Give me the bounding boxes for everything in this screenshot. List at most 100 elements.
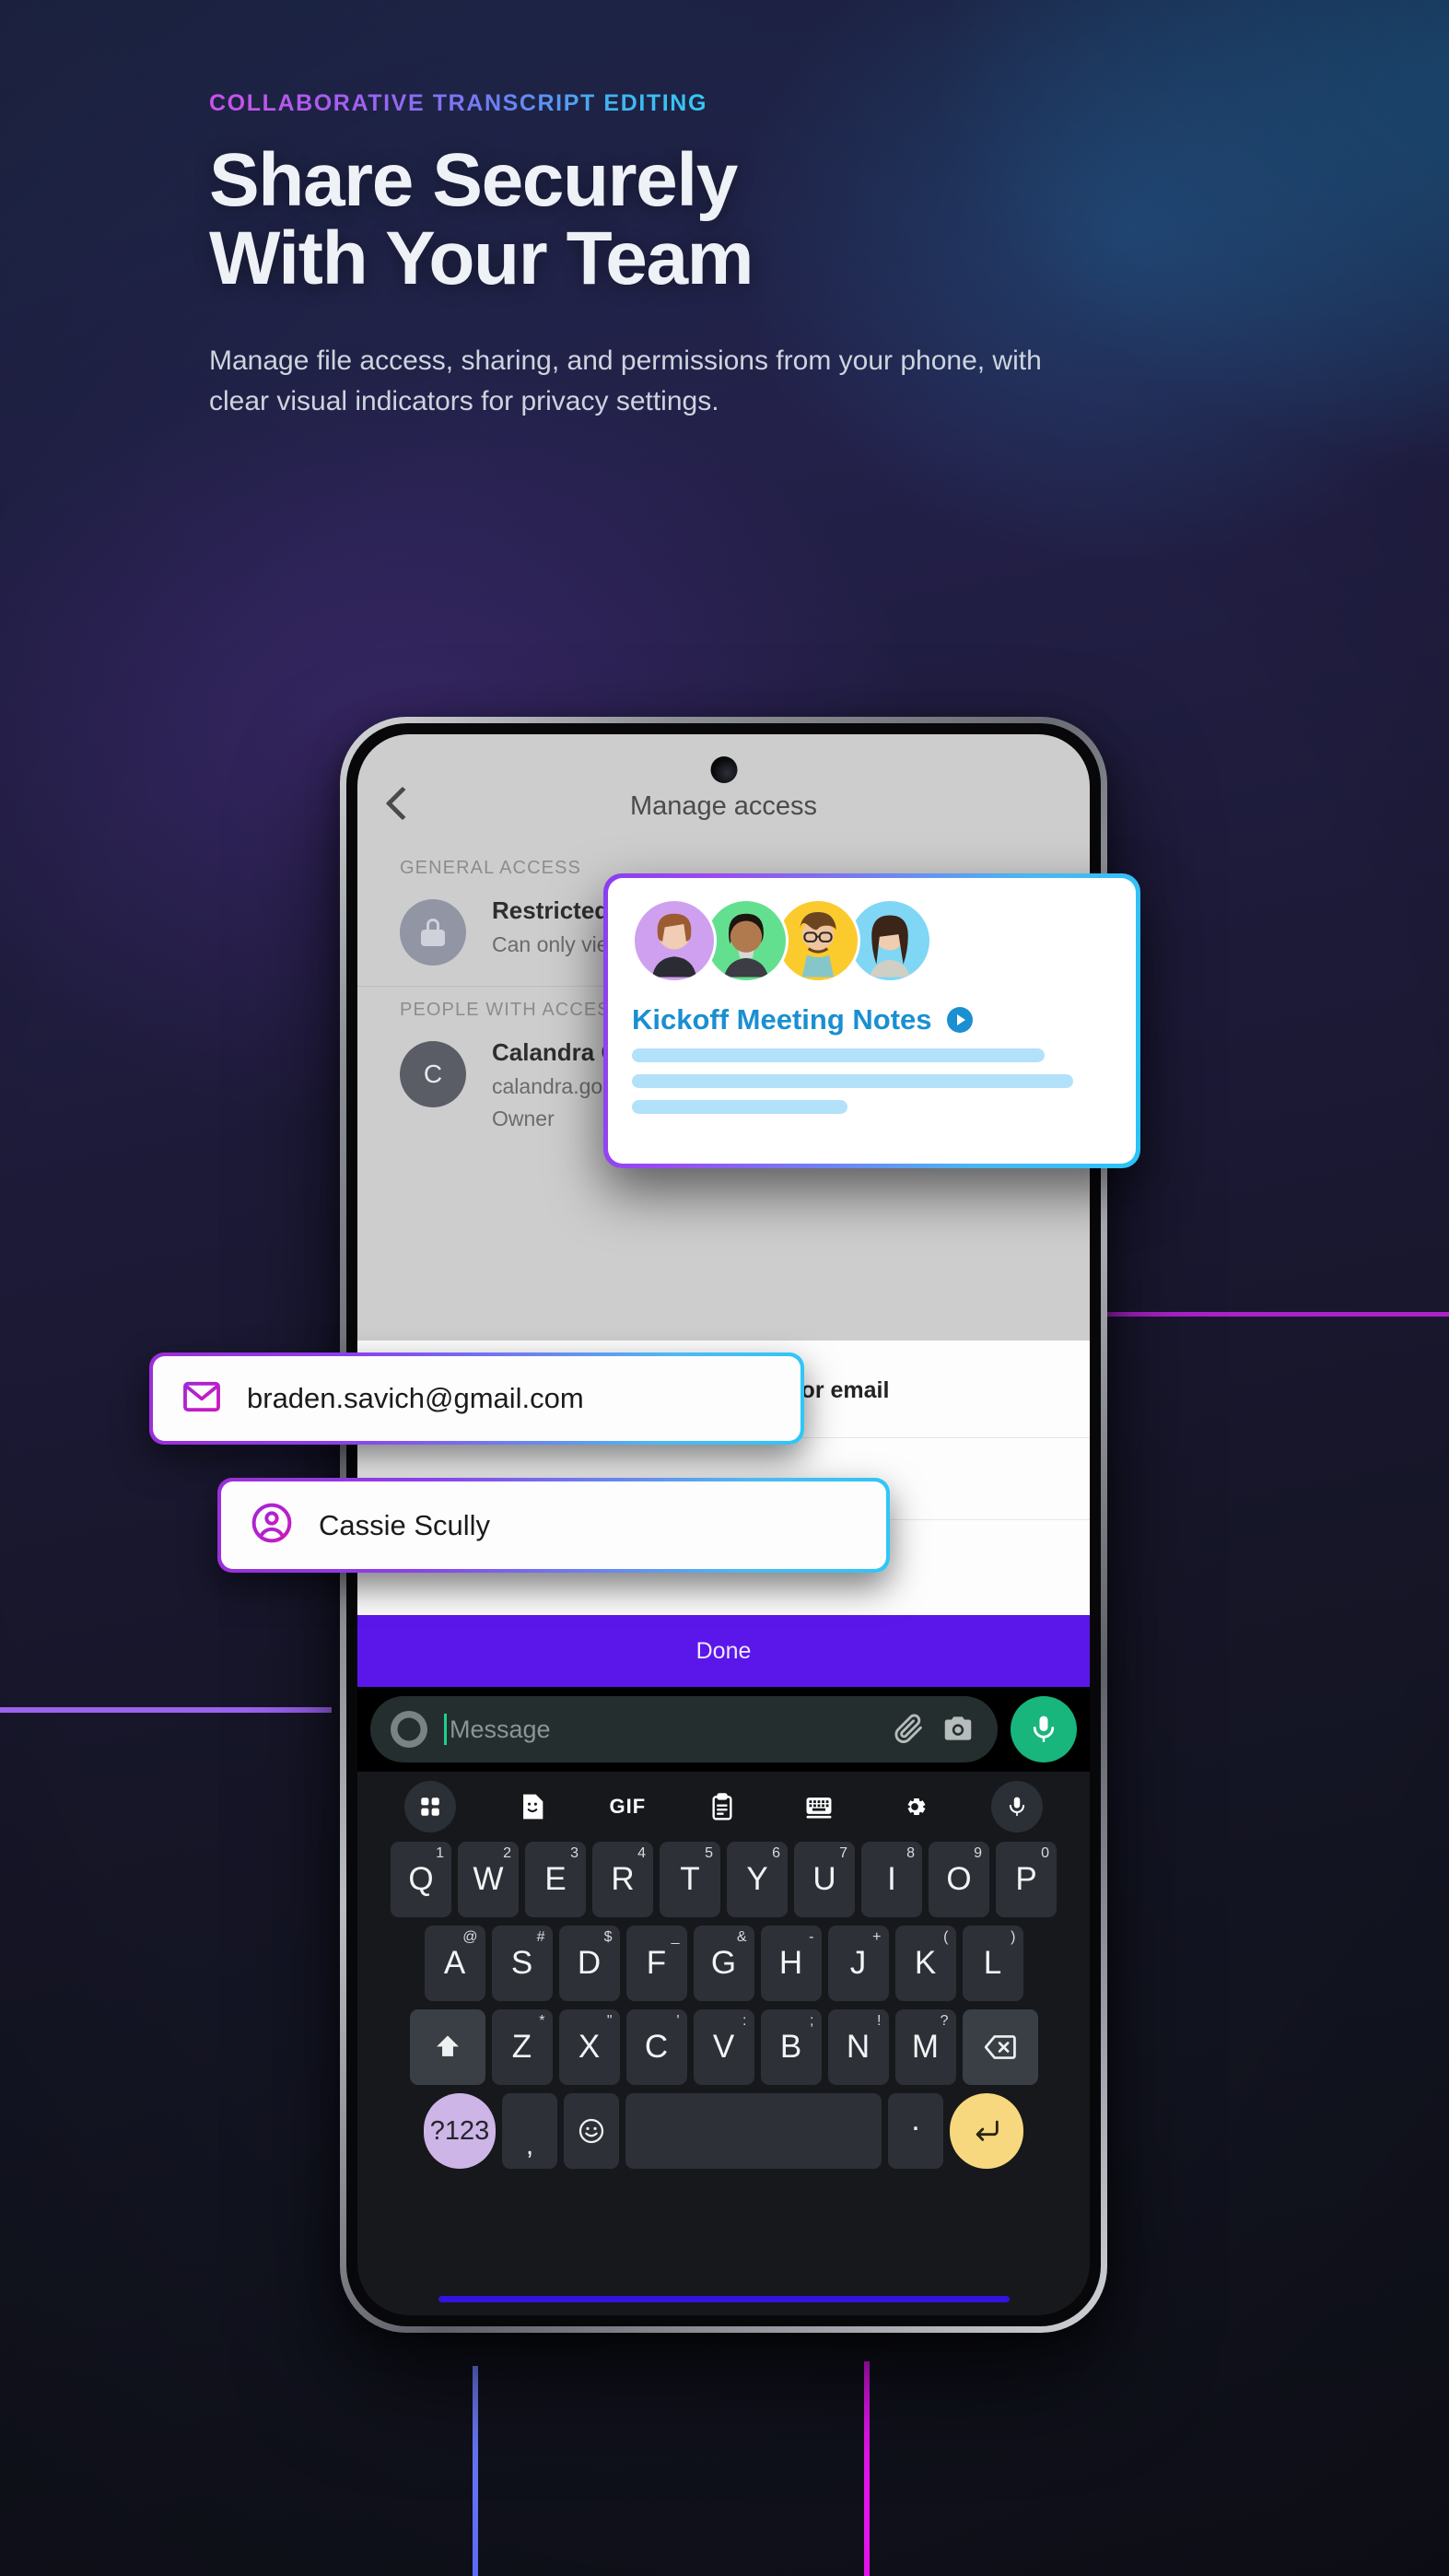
key-alt-label: + — [872, 1929, 882, 1945]
keyboard-row-3: * Z " X ' C: V; B! N? M — [365, 2009, 1082, 2085]
shift-up-icon[interactable] — [409, 2009, 485, 2085]
comma-key[interactable]: , — [502, 2093, 557, 2169]
done-button[interactable]: Done — [357, 1615, 1090, 1687]
key-alt-label: ! — [877, 2013, 882, 2029]
decorative-line-horizontal-right — [1069, 1312, 1449, 1317]
key-Q[interactable]: 1Q — [391, 1842, 451, 1917]
key-label: B — [779, 2029, 802, 2065]
enter-return-icon[interactable] — [950, 2093, 1023, 2169]
play-circle-icon[interactable] — [946, 1007, 973, 1033]
symbols-key[interactable]: ?123 — [424, 2093, 496, 2169]
key-alt-label: # — [536, 1929, 545, 1945]
microphone-icon[interactable] — [1011, 1696, 1077, 1762]
sticker-icon[interactable] — [513, 1787, 552, 1826]
key-alt-label: ' — [676, 2013, 680, 2029]
key-Z[interactable]: * Z — [491, 2009, 553, 2085]
key-label: S — [510, 1945, 533, 1981]
key-W[interactable]: 2W — [458, 1842, 519, 1917]
key-alt-label: : — [742, 2013, 747, 2029]
period-key[interactable]: . — [888, 2093, 943, 2169]
emoji-smiley-icon[interactable] — [391, 1711, 427, 1748]
account-circle-icon — [249, 1500, 295, 1551]
key-alt-label: _ — [671, 1929, 680, 1945]
key-H[interactable]: -H — [760, 1926, 822, 2001]
key-K[interactable]: (K — [894, 1926, 956, 2001]
key-Y[interactable]: 6Y — [727, 1842, 788, 1917]
apps-grid-icon[interactable] — [404, 1781, 457, 1832]
key-alt-label: & — [736, 1929, 747, 1945]
key-D[interactable]: $ D — [558, 1926, 620, 2001]
sheet-topbar: Manage access — [357, 734, 1090, 845]
key-label: O — [946, 1861, 972, 1897]
kickoff-notes-card[interactable]: Kickoff Meeting Notes — [603, 873, 1140, 1168]
key-alt-label: 5 — [705, 1845, 713, 1861]
microphone-icon[interactable] — [990, 1781, 1043, 1832]
key-label: P — [1015, 1861, 1037, 1897]
paperclip-icon[interactable] — [891, 1711, 928, 1748]
key-M[interactable]: ? M — [894, 2009, 956, 2085]
backspace-icon[interactable] — [962, 2009, 1038, 2085]
participant-avatars — [632, 898, 1112, 983]
key-S[interactable]: # S — [491, 1926, 553, 2001]
key-P[interactable]: 0P — [996, 1842, 1057, 1917]
key-label: G — [710, 1945, 737, 1981]
key-T[interactable]: 5T — [660, 1842, 720, 1917]
gesture-navigation-bar — [438, 2296, 1010, 2302]
message-bar: Message — [357, 1687, 1090, 1772]
key-N[interactable]: ! N — [827, 2009, 889, 2085]
skeleton-line — [632, 1048, 1046, 1062]
on-screen-keyboard: GIF 1 Q 2 W 3 E 4 R 5 T 6 Y 7 U 8 I 9 O … — [357, 1772, 1090, 2315]
key-alt-label: - — [809, 1929, 814, 1945]
text-cursor — [444, 1714, 447, 1745]
key-label: V — [712, 2029, 735, 2065]
key-label: U — [812, 1861, 836, 1897]
decorative-line-horizontal-left — [0, 1707, 332, 1713]
key-J[interactable]: + J — [827, 1926, 889, 2001]
key-label: I — [887, 1861, 896, 1897]
invite-chip-email[interactable]: braden.savich@gmail.com — [149, 1352, 804, 1445]
camera-icon[interactable] — [941, 1711, 977, 1748]
keyboard-row-4: ?123 , . — [365, 2093, 1082, 2169]
gif-icon[interactable]: GIF — [609, 1787, 646, 1826]
key-label: C — [644, 2029, 669, 2065]
key-A[interactable]: @ A — [424, 1926, 485, 2001]
key-label: E — [544, 1861, 567, 1897]
key-label: X — [578, 2029, 601, 2065]
message-input[interactable]: Message — [370, 1696, 998, 1762]
gear-icon[interactable] — [895, 1787, 934, 1826]
headline-line-1: Share Securely — [209, 138, 738, 222]
key-alt-label: 6 — [772, 1845, 780, 1861]
key-X[interactable]: " X — [558, 2009, 620, 2085]
key-F[interactable]: _ F — [625, 1926, 687, 2001]
space-key[interactable] — [625, 2093, 882, 2169]
key-alt-label: 9 — [974, 1845, 982, 1861]
key-E[interactable]: 3E — [525, 1842, 586, 1917]
key-V[interactable]: :V — [693, 2009, 754, 2085]
key-alt-label: ; — [810, 2013, 814, 2029]
sheet-title: Manage access — [629, 791, 818, 821]
decorative-line-vertical-blue — [473, 2366, 478, 2576]
keyboard-row-2: @ A # S $ D _ F & G - H + J(K) L — [365, 1926, 1082, 2001]
key-R[interactable]: 4R — [592, 1842, 653, 1917]
key-O[interactable]: 9O — [929, 1842, 989, 1917]
key-alt-label: 3 — [570, 1845, 578, 1861]
key-alt-label: $ — [603, 1929, 613, 1945]
key-I[interactable]: 8I — [861, 1842, 922, 1917]
avatar-initial: C — [423, 1060, 443, 1088]
key-label: J — [849, 1945, 867, 1981]
front-camera-icon — [710, 756, 737, 783]
key-G[interactable]: & G — [693, 1926, 754, 2001]
emoji-smiley-icon[interactable] — [564, 2093, 619, 2169]
key-label: T — [680, 1861, 700, 1897]
key-C[interactable]: ' C — [625, 2009, 687, 2085]
key-alt-label: ? — [940, 2013, 949, 2029]
key-label: N — [846, 2029, 871, 2065]
invite-chip-contact[interactable]: Cassie Scully — [217, 1478, 890, 1573]
key-U[interactable]: 7U — [794, 1842, 855, 1917]
page-title: Share Securely With Your Team — [209, 141, 1130, 299]
key-B[interactable]: ; B — [760, 2009, 822, 2085]
skeleton-line — [632, 1100, 848, 1114]
key-L[interactable]: ) L — [962, 1926, 1023, 2001]
clipboard-icon[interactable] — [703, 1787, 742, 1826]
keyboard-icon[interactable] — [800, 1787, 838, 1826]
